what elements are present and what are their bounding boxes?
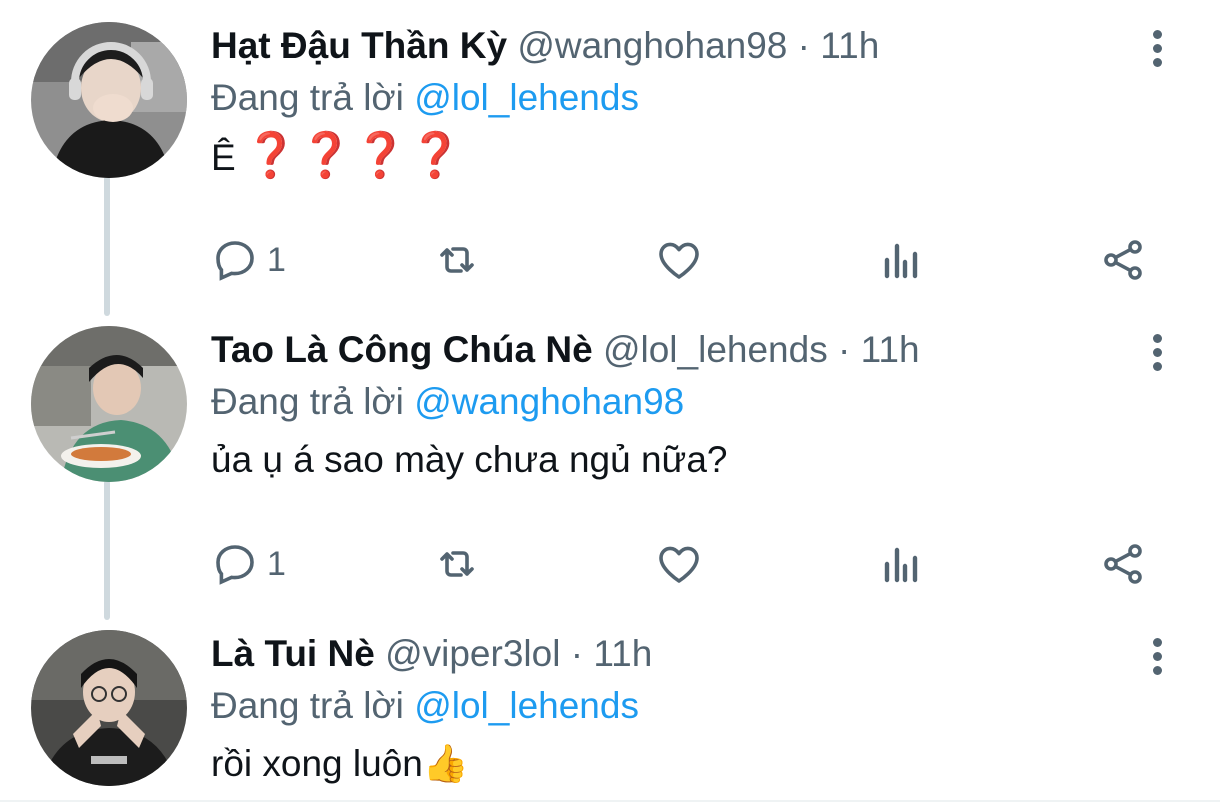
tweet-header: Hạt Đậu Thần Kỳ @wanghohan98 · 11h	[211, 22, 879, 70]
heart-icon	[659, 546, 699, 583]
tweet-text-content: Ê	[211, 137, 236, 178]
analytics-icon	[884, 243, 918, 279]
timestamp[interactable]: 11h	[820, 25, 879, 66]
mention-link[interactable]: @wanghohan98	[414, 381, 684, 422]
tweet-header: Tao Là Công Chúa Nè @lol_lehends · 11h	[211, 326, 920, 374]
like-button[interactable]	[655, 534, 703, 594]
thread-connector	[104, 480, 110, 620]
tweet-text: rồi xong luôn👍	[211, 740, 469, 788]
tweet-header: Là Tui Nè @viper3lol · 11h	[211, 630, 652, 678]
like-button[interactable]	[655, 230, 703, 290]
analytics-icon	[884, 547, 918, 583]
share-button[interactable]	[1099, 534, 1147, 594]
retweet-icon	[440, 551, 474, 577]
avatar[interactable]	[31, 22, 187, 178]
timestamp[interactable]: 11h	[861, 329, 920, 370]
reply-count: 1	[267, 544, 286, 583]
reply-count: 1	[267, 240, 286, 279]
question-mark-emoji: ❓❓❓❓	[243, 131, 463, 180]
user-handle[interactable]: @lol_lehends	[603, 329, 828, 370]
tweet-text-content: ủa ụ á sao mày chưa ngủ nữa?	[211, 439, 728, 480]
reply-button[interactable]: 1	[211, 534, 286, 594]
separator-dot: ·	[797, 25, 810, 66]
tweet-text-content: rồi xong luôn	[211, 743, 423, 784]
display-name[interactable]: Hạt Đậu Thần Kỳ	[211, 25, 507, 66]
mention-link[interactable]: @lol_lehends	[414, 685, 639, 726]
tweet-actions: 1	[211, 534, 1171, 594]
display-name[interactable]: Tao Là Công Chúa Nè	[211, 329, 593, 370]
replying-to: Đang trả lời @lol_lehends	[211, 74, 639, 122]
replying-to-label: Đang trả lời	[211, 685, 404, 726]
separator-dot: ·	[570, 633, 584, 674]
timestamp[interactable]: 11h	[593, 633, 652, 674]
tweet-text: Ê ❓❓❓❓	[211, 132, 463, 182]
share-icon	[1104, 240, 1142, 280]
tweet-text: ủa ụ á sao mày chưa ngủ nữa?	[211, 436, 727, 484]
user-handle[interactable]: @viper3lol	[385, 633, 560, 674]
avatar[interactable]	[31, 630, 187, 786]
more-options-icon[interactable]	[1145, 30, 1169, 72]
analytics-button[interactable]	[877, 534, 925, 594]
replying-to-label: Đang trả lời	[211, 77, 404, 118]
retweet-button[interactable]	[433, 534, 481, 594]
user-handle[interactable]: @wanghohan98	[517, 25, 787, 66]
separator-dot: ·	[837, 329, 851, 370]
share-button[interactable]	[1099, 230, 1147, 290]
display-name[interactable]: Là Tui Nè	[211, 633, 375, 674]
heart-icon	[659, 242, 699, 279]
replying-to-label: Đang trả lời	[211, 381, 404, 422]
thread-connector	[104, 176, 110, 316]
mention-link[interactable]: @lol_lehends	[414, 77, 639, 118]
thumbs-up-emoji: 👍	[422, 743, 469, 784]
reply-icon	[216, 241, 254, 281]
retweet-button[interactable]	[433, 230, 481, 290]
divider	[0, 800, 1220, 802]
replying-to: Đang trả lời @lol_lehends	[211, 682, 639, 730]
tweet-actions: 1	[211, 230, 1171, 290]
more-options-icon[interactable]	[1145, 638, 1169, 680]
avatar[interactable]	[31, 326, 187, 482]
replying-to: Đang trả lời @wanghohan98	[211, 378, 684, 426]
retweet-icon	[440, 247, 474, 273]
share-icon	[1104, 544, 1142, 584]
reply-button[interactable]: 1	[211, 230, 286, 290]
reply-icon	[216, 545, 254, 585]
analytics-button[interactable]	[877, 230, 925, 290]
more-options-icon[interactable]	[1145, 334, 1169, 376]
